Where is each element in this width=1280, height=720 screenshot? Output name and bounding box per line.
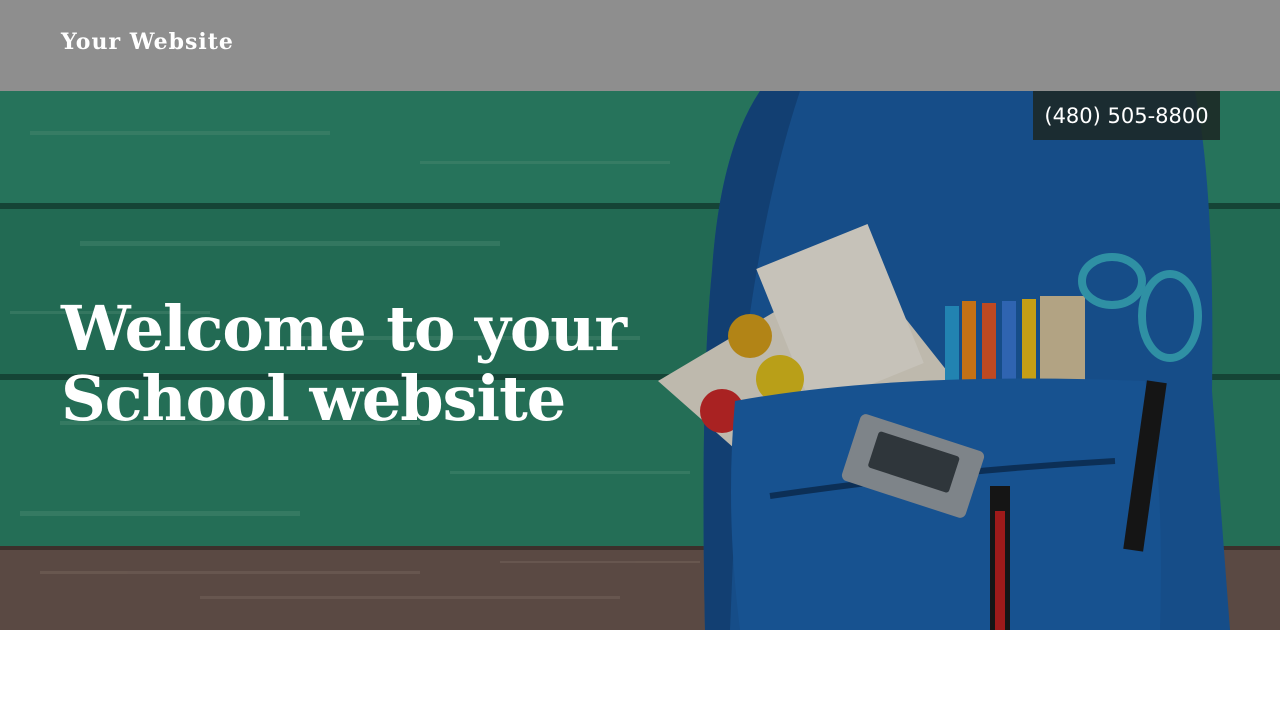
site-title[interactable]: Your Website	[61, 29, 234, 55]
phone-number-badge[interactable]: (480) 505-8800	[1033, 91, 1220, 140]
hero-title: Welcome to your School website	[61, 292, 627, 435]
site-header: Your Website	[0, 0, 1280, 91]
hero-banner: (480) 505-8800 Welcome to your School we…	[0, 91, 1280, 630]
page-content-area	[0, 630, 1280, 720]
